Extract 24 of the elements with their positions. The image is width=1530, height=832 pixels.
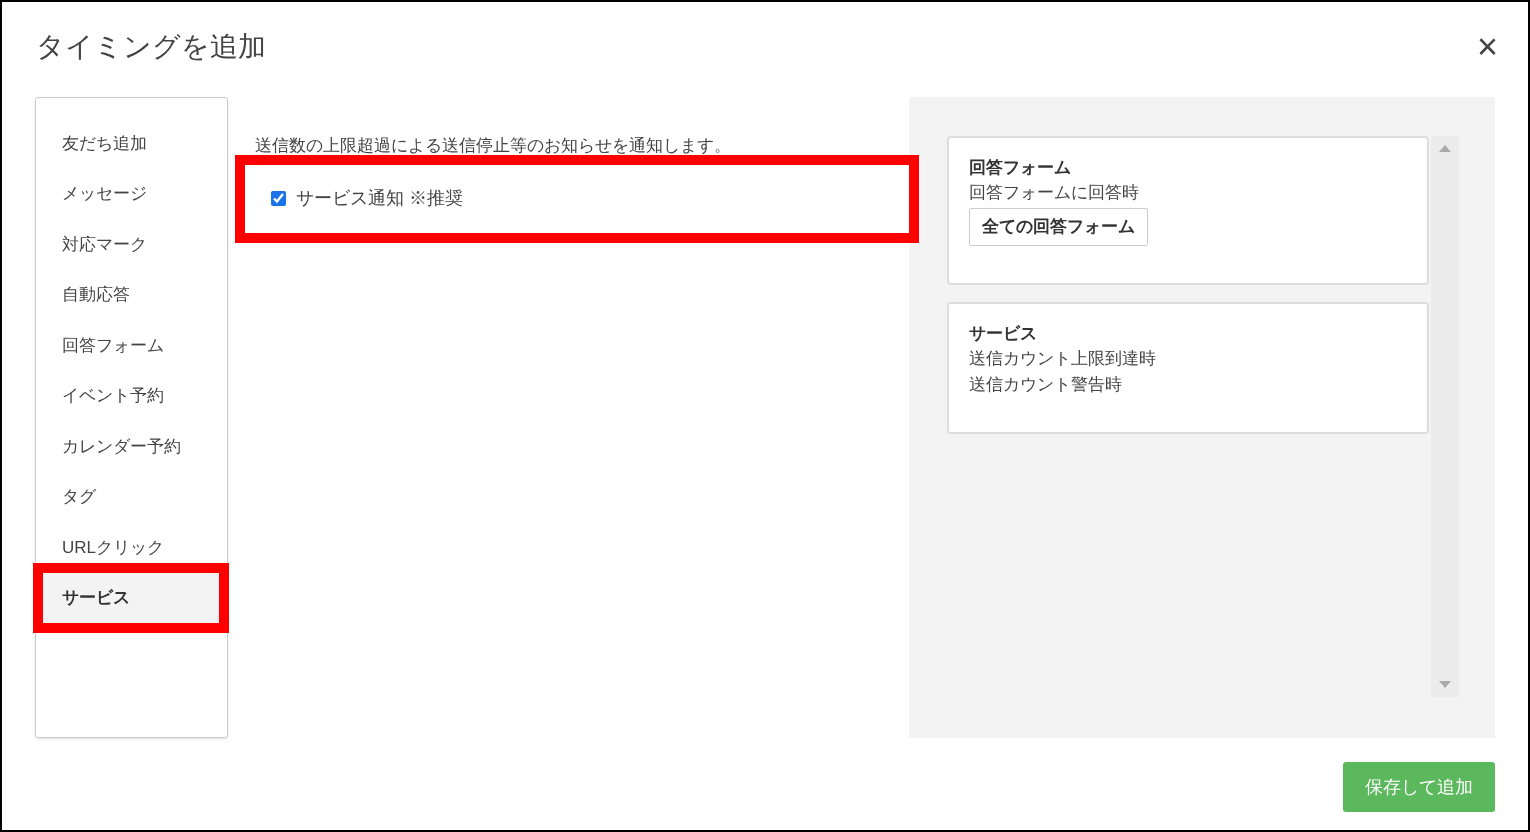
card-text: 回答フォームに回答時 (969, 182, 1139, 204)
form-tag: 全ての回答フォーム (969, 208, 1148, 246)
sidebar-item[interactable]: カレンダー予約 (62, 433, 181, 459)
description-text: 送信数の上限超過による送信停止等のお知らせを通知します。 (254, 135, 732, 157)
sidebar-item[interactable]: 自動応答 (62, 282, 130, 308)
sidebar-item[interactable]: 友だち追加 (62, 130, 147, 156)
checkbox-label: サービス通知 ※推奨 (296, 187, 463, 210)
scroll-up-icon[interactable] (1439, 144, 1451, 152)
card-text: 送信カウント警告時 (969, 374, 1122, 396)
sidebar-item[interactable]: URLクリック (62, 534, 164, 560)
card-text: 送信カウント上限到達時 (969, 348, 1156, 370)
card-title: サービス (969, 323, 1037, 345)
checkbox[interactable] (271, 191, 286, 206)
scrollbar[interactable] (1431, 136, 1459, 697)
scroll-down-icon[interactable] (1439, 681, 1451, 689)
sidebar-item[interactable]: 回答フォーム (62, 332, 164, 358)
card-title: 回答フォーム (969, 157, 1071, 179)
sidebar-item[interactable]: イベント予約 (62, 383, 164, 409)
sidebar-item[interactable]: サービス (62, 585, 130, 611)
close-button[interactable]: × (1476, 29, 1498, 65)
sidebar-item[interactable]: メッセージ (62, 181, 147, 207)
sidebar-item[interactable]: 対応マーク (62, 231, 147, 257)
dialog-title: タイミングを追加 (36, 30, 266, 64)
sidebar-item[interactable]: タグ (62, 484, 96, 510)
